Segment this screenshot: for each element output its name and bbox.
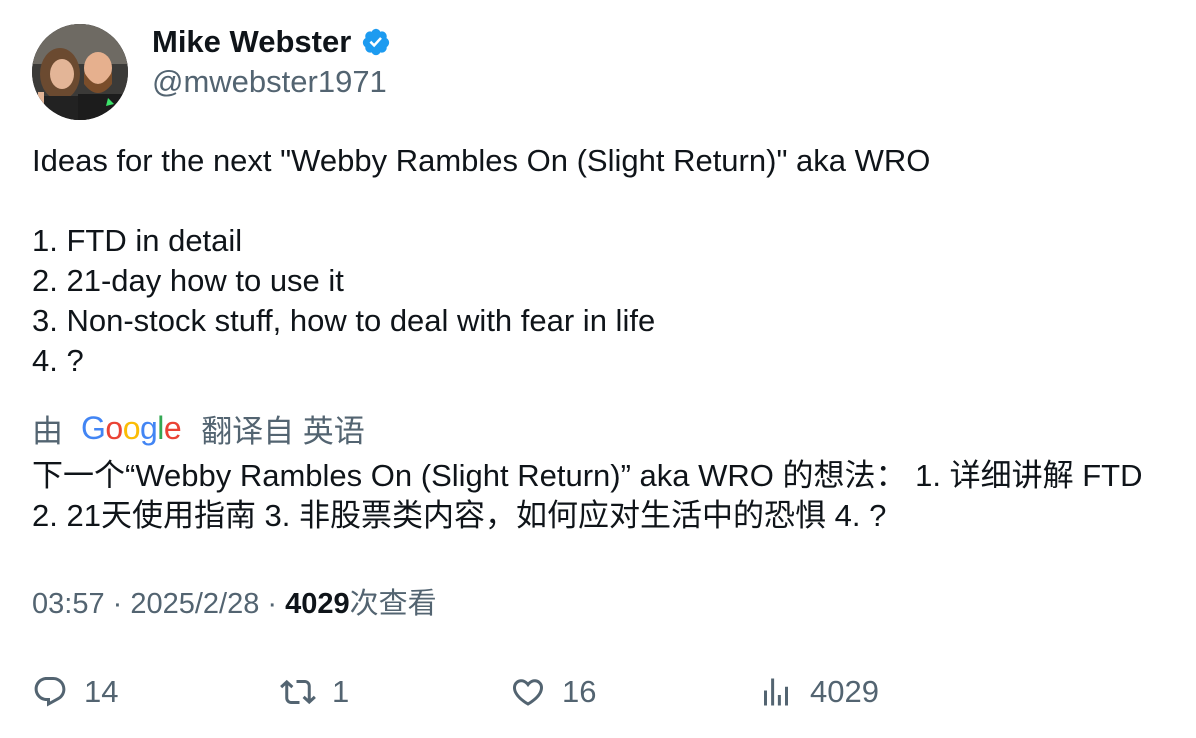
- author-name[interactable]: Mike Webster: [152, 24, 351, 60]
- reply-icon: [34, 677, 66, 707]
- google-logo: Google: [81, 409, 182, 446]
- tweet-meta: 03:57 · 2025/2/28 · 4029次查看: [32, 584, 437, 624]
- avatar-photo: [32, 24, 128, 120]
- avatar[interactable]: [32, 24, 128, 120]
- meta-separator: ·: [104, 588, 131, 620]
- retweet-button[interactable]: 1: [280, 668, 349, 716]
- like-button[interactable]: 16: [510, 668, 596, 716]
- author-handle[interactable]: @mwebster1971: [152, 64, 387, 100]
- tweet-time[interactable]: 03:57: [32, 588, 105, 620]
- verified-badge-icon: [361, 27, 391, 57]
- reply-button[interactable]: 14: [32, 668, 118, 716]
- translated-by-label: 由: [32, 413, 63, 449]
- translated-from-label: 翻译自 英语: [201, 413, 365, 449]
- analytics-icon: [764, 678, 788, 706]
- heart-icon: [512, 679, 544, 706]
- reply-count: 14: [84, 674, 119, 709]
- views-action-count: 4029: [810, 674, 879, 709]
- meta-separator: ·: [259, 588, 286, 620]
- translation-attribution[interactable]: 由 Google 翻译自 英语: [32, 408, 365, 449]
- views-button[interactable]: 4029: [758, 668, 879, 716]
- action-bar: 14 1 16 4029: [32, 668, 1162, 716]
- views-label: 次查看: [349, 588, 437, 620]
- author-name-row: Mike Webster: [152, 22, 391, 62]
- tweet-text: Ideas for the next "Webby Rambles On (Sl…: [32, 143, 931, 378]
- retweet-icon: [280, 679, 316, 705]
- retweet-count: 1: [332, 674, 350, 709]
- views-count: 4029: [285, 588, 350, 620]
- like-count: 16: [562, 674, 597, 709]
- translated-text: 下一个“Webby Rambles On (Slight Return)” ak…: [32, 458, 1143, 533]
- tweet-date[interactable]: 2025/2/28: [130, 588, 259, 620]
